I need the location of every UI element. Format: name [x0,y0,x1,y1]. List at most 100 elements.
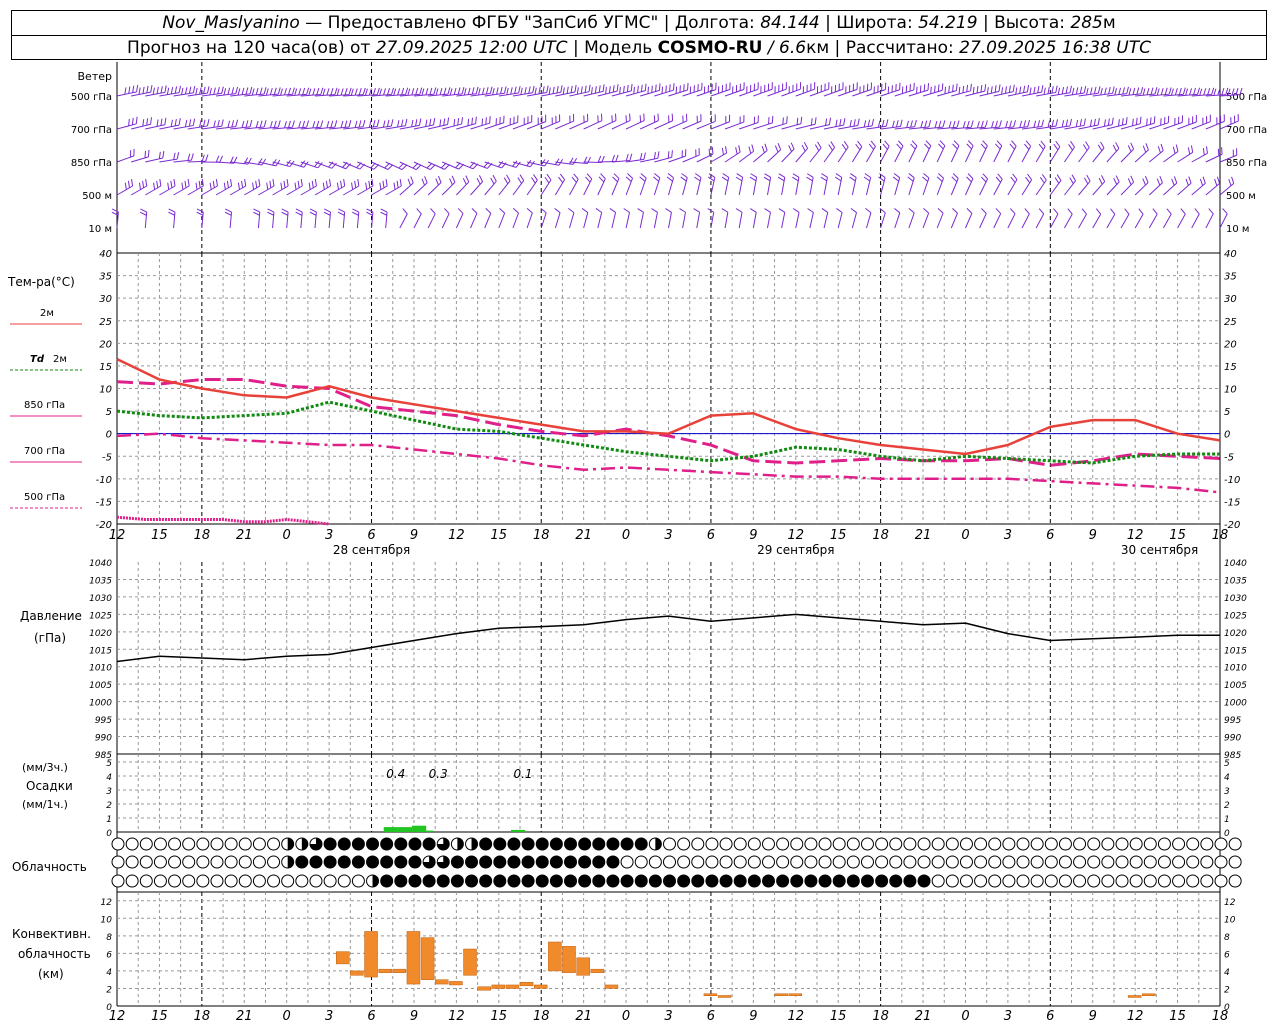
wind-barb [625,212,631,229]
wind-barb-feather [1086,174,1091,182]
cloud-symbol [1016,874,1030,888]
wind-barb-feather [952,173,959,179]
wind-barb [851,212,857,229]
wind-barb-feather [390,119,394,127]
x-tick-label-bottom: 12 [448,1009,465,1024]
x-tick-label-bottom: 18 [194,1009,211,1024]
wind-barb-feather [227,120,231,128]
wind-barb-feather [828,144,833,151]
wind-barb-feather [637,85,639,93]
wind-barb-feather [146,118,149,126]
wind-barb [795,148,808,163]
wind-barb-feather [936,176,943,182]
x-tick-label: 15 [830,528,847,543]
x-tick-label-bottom: 15 [830,1009,847,1024]
wind-barb [1205,213,1214,229]
wind-barb-feather [1025,176,1031,184]
prec-ytick-right: 2 [1224,801,1230,811]
wind-barb-feather [721,208,729,213]
wind-barb-feather [623,85,625,93]
wind-barb-feather [1040,140,1046,147]
cloud-symbol [691,855,705,869]
wind-barb-feather [187,179,190,187]
pres-ytick: 990 [95,734,112,744]
cloud-fill [507,856,520,868]
cloud-fill [550,856,563,868]
wind-barb-feather [1144,175,1149,183]
cloud-circle [1030,855,1044,869]
cloud-symbol [663,837,676,851]
cloud-circle [1228,855,1242,869]
wind-barb-feather [1142,178,1146,186]
wind-barb-feather [475,86,479,94]
wind-barb-feather [235,119,239,127]
wind-barb-feather [1160,143,1164,151]
wind-barb-feather [295,208,303,213]
pres-ytick: 1010 [89,664,112,674]
wind-barb-feather [681,173,688,179]
wind-barb [767,149,781,163]
wind-barb-feather [966,120,970,128]
pres-ytick-right: 1010 [1224,664,1247,674]
cloud-symbol [705,874,719,888]
wind-barb-feather [896,143,902,150]
cloud-circle [111,874,125,888]
cloud-symbol [634,837,648,851]
wind-barb-feather [309,208,317,213]
wind-barb-feather [923,173,930,179]
wind-barb-feather [764,173,771,178]
wind-barb-feather [471,87,475,95]
wind-barb-feather [1095,208,1102,215]
wind-barb [880,145,890,163]
wind-barb-feather [552,86,555,94]
cloud-fill [536,875,549,887]
wind-barb-feather [1222,208,1228,215]
wind-title: Ветер [78,70,112,83]
wind-barb-feather [576,87,579,95]
wind-barb-feather [128,118,130,126]
wind-barb-feather [835,119,838,127]
wind-barb [300,185,317,196]
wind-barb [427,161,445,170]
cloud-symbol [875,837,889,851]
wind-barb-feather [566,86,569,94]
wind-barb-feather [962,85,965,93]
wind-barb-feather [215,155,220,163]
cloud-circle [974,874,988,888]
wind-barb-feather [1142,88,1146,96]
wind-barb-feather [777,143,782,150]
wind-barb-feather [911,140,918,147]
wind-barb-feather [991,121,994,129]
pres-ytick-right: 1020 [1224,629,1247,639]
conv-bar [505,984,520,989]
prec-unit-top: (мм/3ч.) [22,761,68,774]
wind-level-label: 500 м [82,191,112,202]
pres-ytick: 1015 [89,646,112,656]
cloud-circle [1002,855,1016,869]
cloud-circle [1200,855,1214,869]
cloud-circle [1143,837,1157,851]
cloud-fill [903,875,916,887]
wind-barb-feather [1093,86,1097,94]
cloud-circle [168,855,182,869]
cloud-circle [959,874,973,888]
cloud-symbol [790,837,804,851]
cloud-circle [988,874,1002,888]
wind-barb-feather [1118,87,1122,95]
wind-barb [427,213,436,229]
wind-barb [1021,213,1030,229]
cloud-circle [1058,874,1072,888]
cloud-symbol [479,855,493,869]
wind-barb-feather [1019,86,1022,94]
wind-barb-feather [777,176,785,182]
cloud-circle [281,874,295,888]
cloud-circle [139,855,153,869]
wind-barb-feather [894,207,901,214]
cloud-fill [536,838,549,850]
cloud-circle [238,874,252,888]
prec-ytick-right: 5 [1224,759,1230,769]
cloud-symbol [238,855,252,869]
wind-barb-feather [735,176,743,182]
wind-barb-feather [999,120,1002,128]
wind-barb-feather [640,173,647,179]
